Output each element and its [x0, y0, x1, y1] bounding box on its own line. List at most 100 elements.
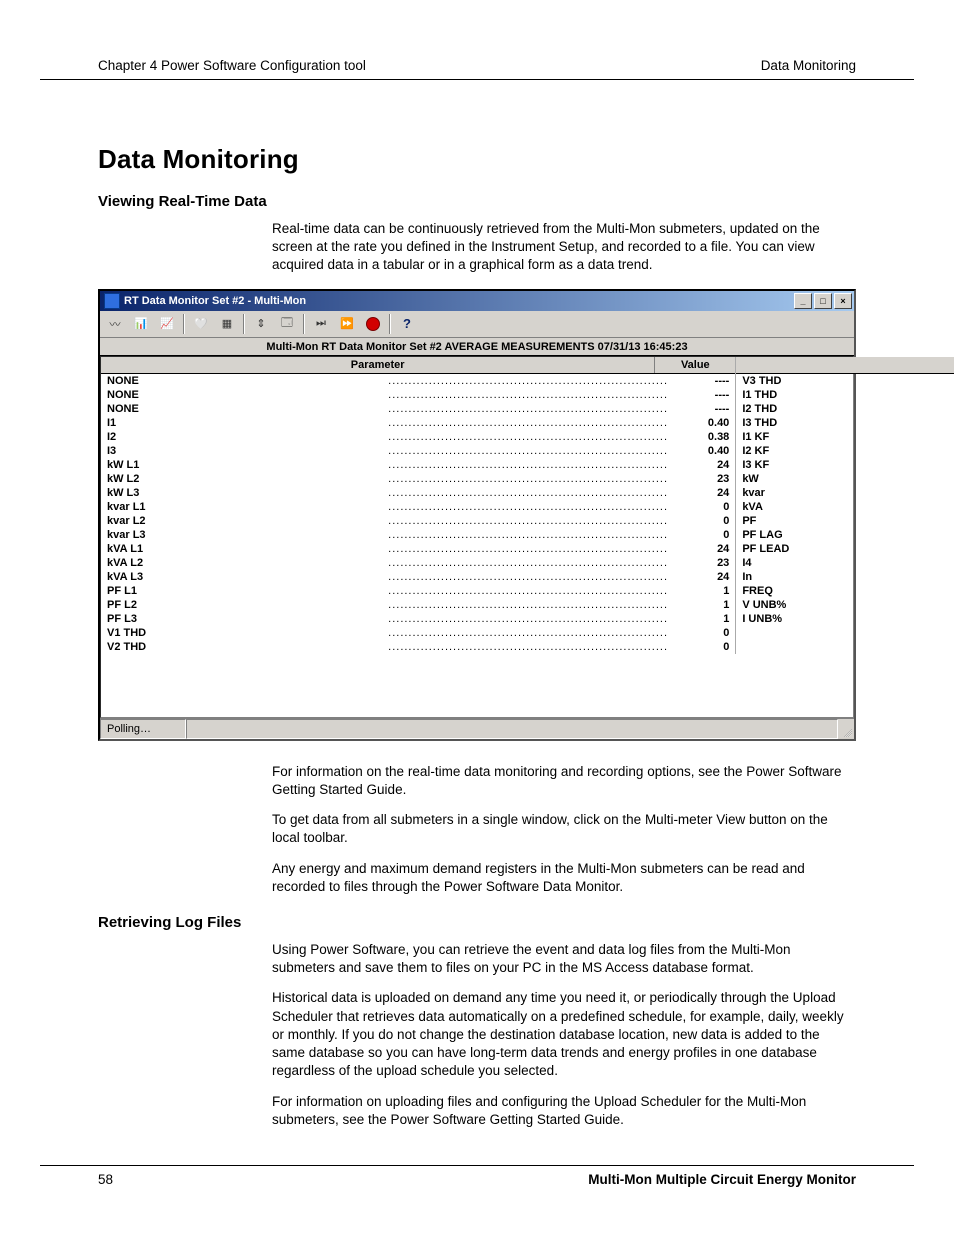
- table-row: FREQ50.09: [736, 584, 954, 598]
- param-cell: V UNB%: [742, 598, 954, 612]
- param-cell: NONE: [107, 402, 386, 416]
- param-cell: I1: [107, 416, 386, 430]
- titlebar[interactable]: RT Data Monitor Set #2 - Multi-Mon _ □ ×: [100, 291, 854, 311]
- table-row: PF L31: [101, 612, 735, 626]
- value-cell: 0.38: [669, 430, 729, 444]
- stop-icon[interactable]: [361, 313, 385, 335]
- param-cell: PF LAG: [742, 528, 954, 542]
- param-cell: kvar: [742, 486, 954, 500]
- value-cell: 0.40: [669, 444, 729, 458]
- data-column-right: Parameter Value V3 THD0I1 THD0I2 THD0I3 …: [736, 357, 954, 654]
- value-cell: 23: [669, 556, 729, 570]
- table-row: NONE ----: [101, 374, 735, 388]
- window-title: RT Data Monitor Set #2 - Multi-Mon: [124, 295, 306, 307]
- dataset-header: Multi-Mon RT Data Monitor Set #2 AVERAGE…: [100, 338, 854, 356]
- table-row: kW L324: [101, 486, 735, 500]
- paragraph: For information on uploading files and c…: [272, 1093, 846, 1129]
- data-column-left: Parameter Value NONE----NONE----NONE----…: [101, 357, 736, 654]
- status-text: Polling…: [100, 719, 186, 739]
- value-cell: 24: [669, 542, 729, 556]
- table-row: I40: [736, 556, 954, 570]
- table-row: kvar L3 0: [101, 528, 735, 542]
- table-row: kW L2 23: [101, 472, 735, 486]
- param-cell: kW L1: [107, 458, 386, 472]
- trend-icon[interactable]: 📈: [155, 313, 179, 335]
- param-cell: I3: [107, 444, 386, 458]
- table-row: V1 THD0: [101, 626, 735, 640]
- table-row: kVA L223: [101, 556, 735, 570]
- screenshot-figure: RT Data Monitor Set #2 - Multi-Mon _ □ ×…: [98, 289, 856, 741]
- app-window: RT Data Monitor Set #2 - Multi-Mon _ □ ×…: [98, 289, 856, 741]
- param-cell: NONE: [107, 388, 386, 402]
- param-cell: In: [742, 570, 954, 584]
- open-window-icon[interactable]: 🗔: [275, 313, 299, 335]
- paragraph: Using Power Software, you can retrieve t…: [272, 941, 846, 977]
- param-cell: kvar L3: [107, 528, 386, 542]
- waveform-icon[interactable]: 〰: [103, 313, 127, 335]
- table-row: V2 THD 0: [101, 640, 735, 654]
- value-cell: ----: [669, 374, 729, 388]
- table-row: NONE ----: [101, 402, 735, 416]
- table-row: I3 THD0: [736, 416, 954, 430]
- table-row: kVA L3 24: [101, 570, 735, 584]
- forward-icon[interactable]: ⏩: [335, 313, 359, 335]
- table-row: kVA L124: [101, 542, 735, 556]
- param-cell: I3 KF: [742, 458, 954, 472]
- minimize-button[interactable]: _: [794, 293, 812, 309]
- table-row: I1 0.40: [101, 416, 735, 430]
- param-cell: kvar L2: [107, 514, 386, 528]
- multimeter-view-icon[interactable]: ▦: [215, 313, 239, 335]
- app-icon: [104, 293, 120, 309]
- param-cell: NONE: [107, 374, 386, 388]
- paragraph: Real-time data can be continuously retri…: [272, 220, 846, 275]
- param-cell: kVA L3: [107, 570, 386, 584]
- param-cell: kW L2: [107, 472, 386, 486]
- page-title: Data Monitoring: [98, 144, 856, 175]
- table-row: I2 KF0: [736, 444, 954, 458]
- param-cell: I1 THD: [742, 388, 954, 402]
- table-row: kvar0: [736, 486, 954, 500]
- param-cell: I4: [742, 556, 954, 570]
- table-row: V3 THD0: [736, 374, 954, 388]
- table-row: kvar L10: [101, 500, 735, 514]
- value-cell: 24: [669, 570, 729, 584]
- table-row: kVA71: [736, 500, 954, 514]
- header-left: Chapter 4 Power Software Configuration t…: [98, 58, 366, 73]
- value-cell: 0: [669, 514, 729, 528]
- close-button[interactable]: ×: [834, 293, 852, 309]
- table-row: PF1: [736, 514, 954, 528]
- help-icon[interactable]: ?: [395, 313, 419, 335]
- value-cell: ----: [669, 388, 729, 402]
- param-cell: V2 THD: [107, 640, 386, 654]
- value-cell: ----: [669, 402, 729, 416]
- table-row: In1.16: [736, 570, 954, 584]
- table-row: V UNB%0: [736, 598, 954, 612]
- table-row: PF L21: [101, 598, 735, 612]
- value-cell: 23: [669, 472, 729, 486]
- param-cell: V1 THD: [107, 626, 386, 640]
- value-cell: 1: [669, 584, 729, 598]
- resize-grip-icon[interactable]: [838, 719, 854, 739]
- barchart-icon[interactable]: 📊: [129, 313, 153, 335]
- param-cell: kW: [742, 472, 954, 486]
- table-row: kW71: [736, 472, 954, 486]
- param-cell: kVA: [742, 500, 954, 514]
- table-row: PF LEAD1: [736, 542, 954, 556]
- param-cell: I1 KF: [742, 430, 954, 444]
- param-cell: V3 THD: [742, 374, 954, 388]
- table-row: I2 THD0: [736, 402, 954, 416]
- value-cell: 0: [669, 528, 729, 542]
- heart-icon[interactable]: 🤍: [189, 313, 213, 335]
- maximize-button[interactable]: □: [814, 293, 832, 309]
- running-footer: 58 Multi-Mon Multiple Circuit Energy Mon…: [40, 1165, 914, 1187]
- value-cell: 1: [669, 598, 729, 612]
- table-row: PF LAG1: [736, 528, 954, 542]
- fast-forward-icon[interactable]: ⏭: [309, 313, 333, 335]
- value-cell: 0.40: [669, 416, 729, 430]
- table-row: I1 THD0: [736, 388, 954, 402]
- table-row: kvar L2 0: [101, 514, 735, 528]
- table-row: I1 KF0: [736, 430, 954, 444]
- value-cell: 0: [669, 640, 729, 654]
- col-header-parameter: Parameter: [736, 357, 954, 373]
- updown-icon[interactable]: ⇕: [249, 313, 273, 335]
